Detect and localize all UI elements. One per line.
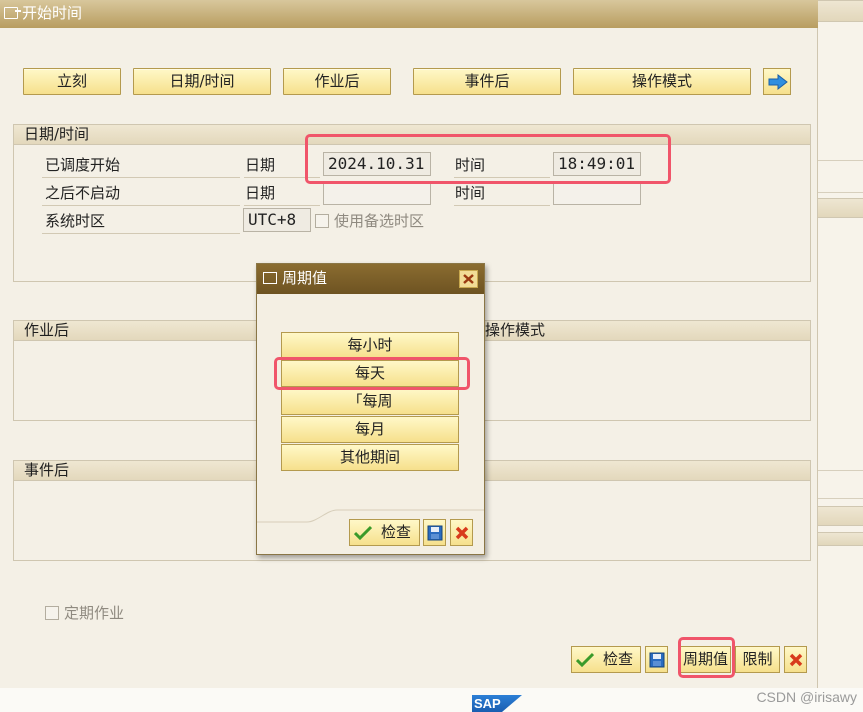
check-button-label: 检查 xyxy=(603,650,634,668)
label-underline xyxy=(42,177,240,178)
background-divider xyxy=(818,192,863,193)
next-arrow-button[interactable] xyxy=(763,68,791,95)
window-titlebar: 开始时间 xyxy=(0,0,818,28)
window-title: 开始时间 xyxy=(22,4,83,22)
window-icon xyxy=(4,7,21,19)
background-window-strip xyxy=(818,532,863,546)
highlight-daily xyxy=(274,357,470,390)
background-divider xyxy=(818,160,863,161)
periodic-job-checkbox[interactable] xyxy=(45,606,59,620)
check-button[interactable]: 检查 xyxy=(571,646,641,673)
dialog-check-label: 检查 xyxy=(381,523,412,541)
background-window xyxy=(818,0,863,688)
timezone-field: UTC+8 xyxy=(243,208,311,232)
close-icon xyxy=(463,274,474,284)
no-start-time-field[interactable] xyxy=(553,181,641,205)
checkmark-icon xyxy=(354,525,372,541)
no-start-after-label: 之后不启动 xyxy=(45,184,121,202)
highlight-period-values xyxy=(678,637,735,678)
dialog-title: 周期值 xyxy=(282,269,328,287)
alt-timezone-checkbox[interactable] xyxy=(315,214,329,228)
weekly-button[interactable]: 「每周 xyxy=(281,388,459,415)
immediate-button[interactable]: 立刻 xyxy=(23,68,121,95)
arrow-right-icon xyxy=(768,74,788,90)
periodic-job-label: 定期作业 xyxy=(64,604,125,622)
background-window-strip xyxy=(818,506,863,526)
dialog-cancel-button[interactable] xyxy=(450,519,473,546)
label-underline xyxy=(244,205,320,206)
time-label: 时间 xyxy=(455,184,486,202)
dialog-check-button[interactable]: 检查 xyxy=(349,519,420,546)
background-divider xyxy=(818,470,863,471)
no-start-date-field[interactable] xyxy=(323,181,431,205)
save-icon xyxy=(427,525,443,541)
status-bar xyxy=(0,688,863,712)
highlight-scheduled-start xyxy=(305,134,671,184)
period-values-dialog: 周期值 每小时 每天 「每周 每月 其他期间 检查 xyxy=(256,263,485,555)
alt-timezone-label: 使用备选时区 xyxy=(334,212,425,230)
restrictions-button[interactable]: 限制 xyxy=(735,646,780,673)
save-icon xyxy=(649,652,665,668)
datetime-button[interactable]: 日期/时间 xyxy=(133,68,271,95)
system-timezone-label: 系统时区 xyxy=(45,212,106,230)
scheduled-start-label: 已调度开始 xyxy=(45,156,121,174)
dialog-window-icon xyxy=(263,272,277,284)
date-label: 日期 xyxy=(245,156,276,174)
background-divider xyxy=(818,498,863,499)
label-underline xyxy=(42,233,240,234)
background-window-header xyxy=(818,0,863,22)
close-icon xyxy=(789,653,803,667)
monthly-button[interactable]: 每月 xyxy=(281,416,459,443)
save-button[interactable] xyxy=(645,646,668,673)
dialog-close-button[interactable] xyxy=(459,270,478,288)
cancel-button[interactable] xyxy=(784,646,807,673)
close-icon xyxy=(455,526,469,540)
background-window-strip xyxy=(818,198,863,218)
other-period-button[interactable]: 其他期间 xyxy=(281,444,459,471)
dialog-save-button[interactable] xyxy=(423,519,446,546)
watermark: CSDN @irisawy xyxy=(756,689,857,705)
date-label: 日期 xyxy=(245,184,276,202)
hourly-button[interactable]: 每小时 xyxy=(281,332,459,359)
label-underline xyxy=(454,205,550,206)
dialog-titlebar: 周期值 xyxy=(257,264,484,294)
checkmark-icon xyxy=(576,652,594,668)
after-job-button[interactable]: 作业后 xyxy=(283,68,391,95)
operation-mode-group-title: 操作模式 xyxy=(485,321,546,339)
label-underline xyxy=(42,205,240,206)
after-event-button[interactable]: 事件后 xyxy=(413,68,561,95)
operation-mode-button[interactable]: 操作模式 xyxy=(573,68,751,95)
